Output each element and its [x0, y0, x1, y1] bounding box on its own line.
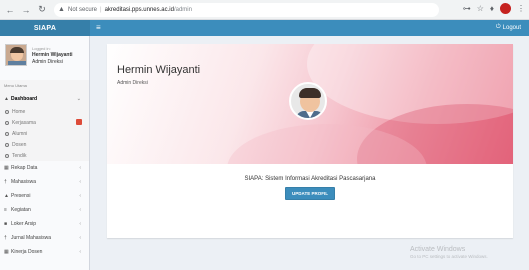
notification-badge [76, 119, 82, 125]
dashboard-submenu: Home Kerjasama Alumni Dosen Tendik [0, 106, 89, 161]
power-icon: ⏻ [495, 24, 501, 30]
chevron-left-icon: ‹ [79, 179, 81, 185]
sidebar-subitem-alumni[interactable]: Alumni [0, 128, 89, 139]
sidebar-item-label: Mahasiswa [11, 179, 37, 185]
menu-dots-icon[interactable]: ⋮ [517, 4, 525, 13]
watermark-title: Activate Windows [410, 246, 466, 253]
top-navbar: ≡ ⏻ Logout [90, 20, 529, 36]
folder-icon: ■ [4, 221, 8, 227]
profile-name: Hermin Wijayanti [117, 64, 201, 76]
user-panel: Logged in: Hermin Wijayanti Admin Direks… [0, 36, 89, 74]
logout-label: Logout [502, 24, 521, 31]
extension-icon[interactable]: ♦ [490, 4, 494, 13]
main-content: Hermin Wijayanti Admin Direksi SIAPA: Si… [90, 36, 529, 270]
app-logo[interactable]: SIAPA [0, 20, 90, 36]
sidebar-item-label: Jurnal Mahasiswa [11, 235, 52, 241]
not-secure-label: Not secure [68, 6, 98, 13]
circle-icon [5, 120, 9, 125]
sidebar-subitem-dosen[interactable]: Dosen [0, 139, 89, 150]
logged-in-label: Logged in: [32, 45, 51, 51]
circle-icon [5, 109, 9, 114]
url-separator: | [100, 6, 102, 13]
key-icon[interactable]: ⊶ [463, 4, 471, 13]
back-icon[interactable]: ← [4, 4, 16, 16]
chevron-left-icon: ‹ [79, 193, 81, 199]
sidebar-item-jurnal-mahasiswa[interactable]: † Jurnal Mahasiswa ‹ [0, 231, 89, 245]
circle-icon [5, 142, 9, 147]
chevron-left-icon: ‹ [79, 207, 81, 213]
sidebar-item-label: Dashboard [11, 96, 38, 102]
sidebar-subitem-label: Kerjasama [12, 119, 36, 126]
reload-icon[interactable]: ↻ [36, 4, 48, 16]
profile-role: Admin Direksi [117, 80, 148, 86]
sidebar-item-mahasiswa[interactable]: † Mahasiswa ‹ [0, 175, 89, 189]
avatar [5, 44, 27, 66]
chevron-left-icon: ‹ [79, 235, 81, 241]
url-host: akreditasi.pps.unnes.ac.id [104, 6, 174, 13]
sidebar-subitem-label: Tendik [12, 152, 27, 159]
profile-card: Hermin Wijayanti Admin Direksi SIAPA: Si… [107, 44, 513, 238]
sidebar-toggle-icon[interactable]: ≡ [96, 23, 101, 33]
star-icon[interactable]: ☆ [477, 4, 484, 13]
address-bar[interactable]: ▲ Not secure | akreditasi.pps.unnes.ac.i… [54, 2, 439, 17]
system-title: SIAPA: Sistem Informasi Akreditasi Pasca… [244, 176, 376, 182]
watermark-subtitle: Go to PC settings to activate Windows. [410, 254, 488, 259]
logout-button[interactable]: ⏻ Logout [496, 24, 521, 31]
sidebar-subitem-kerjasama[interactable]: Kerjasama [0, 117, 89, 128]
sidebar-subitem-label: Alumni [12, 130, 28, 137]
profile-avatar[interactable] [500, 3, 511, 14]
user-icon: ▲ [4, 193, 9, 199]
sidebar-item-label: Kegiatan [11, 207, 31, 213]
browser-actions: ⊶ ☆ ♦ ⋮ [463, 3, 525, 14]
update-profile-button[interactable]: UPDATE PROFIL [285, 187, 335, 200]
sidebar-user-role: Admin Direksi [32, 58, 63, 65]
sidebar-item-presensi[interactable]: ▲ Presensi ‹ [0, 189, 89, 203]
circle-icon [5, 153, 9, 158]
sidebar-item-rekap-data[interactable]: ▦ Rekap Data ‹ [0, 161, 89, 175]
user-icon: † [4, 179, 7, 185]
list-icon: ≡ [4, 207, 7, 213]
dashboard-icon: ▲ [4, 96, 9, 102]
browser-toolbar: ← → ↻ ▲ Not secure | akreditasi.pps.unne… [0, 0, 529, 20]
chevron-left-icon: ‹ [79, 249, 81, 255]
sidebar-subitem-home[interactable]: Home [0, 106, 89, 117]
chevron-left-icon: ‹ [79, 165, 81, 171]
warning-icon: ▲ [58, 5, 65, 13]
sidebar-item-label: Presensi [11, 193, 31, 199]
activate-windows-watermark: Activate Windows Go to PC settings to ac… [410, 246, 488, 259]
forward-icon[interactable]: → [20, 4, 32, 16]
profile-banner: Hermin Wijayanti Admin Direksi [107, 44, 513, 164]
sidebar-item-loker-arsip[interactable]: ■ Loker Arsip ‹ [0, 217, 89, 231]
sidebar-item-label: Loker Arsip [11, 221, 37, 227]
url-path: /admin [173, 6, 192, 13]
menu-header: Menu Utama [0, 80, 89, 92]
sidebar-item-label: Rekap Data [11, 165, 38, 171]
table-icon: ▦ [4, 165, 9, 171]
table-icon: ▦ [4, 249, 9, 255]
chevron-left-icon: ‹ [79, 221, 81, 227]
sidebar: Logged in: Hermin Wijayanti Admin Direks… [0, 36, 90, 270]
sidebar-subitem-label: Dosen [12, 141, 27, 148]
sidebar-item-label: Kinerja Dosen [11, 249, 43, 255]
chevron-down-icon: ⌄ [76, 96, 81, 102]
sidebar-item-kinerja-dosen[interactable]: ▦ Kinerja Dosen ‹ [0, 245, 89, 259]
profile-avatar-image [289, 82, 327, 120]
sidebar-subitem-tendik[interactable]: Tendik [0, 150, 89, 161]
user-icon: † [4, 235, 7, 241]
profile-footer: SIAPA: Sistem Informasi Akreditasi Pasca… [107, 176, 513, 200]
sidebar-item-dashboard[interactable]: ▲ Dashboard ⌄ [0, 92, 89, 106]
sidebar-user-name: Hermin Wijayanti [32, 51, 73, 58]
sidebar-item-kegiatan[interactable]: ≡ Kegiatan ‹ [0, 203, 89, 217]
sidebar-subitem-label: Home [12, 108, 26, 115]
circle-icon [5, 131, 9, 136]
